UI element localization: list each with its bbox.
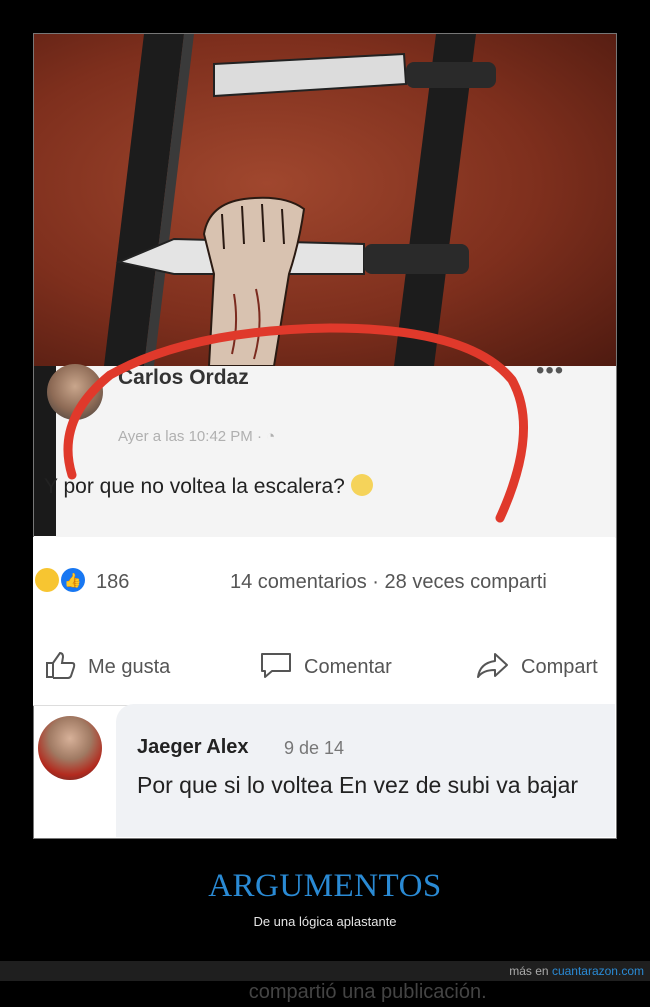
comment-text: Por que si lo voltea En vez de subi va b…	[137, 772, 579, 798]
like-reaction-icon[interactable]: 👍	[61, 568, 85, 592]
speech-bubble-icon	[261, 653, 291, 678]
like-label: Me gusta	[88, 656, 171, 678]
comment-button[interactable]: Comentar	[258, 650, 392, 680]
post-timestamp[interactable]: Ayer a las 10:42 PM · ◔	[118, 428, 275, 445]
timestamp-text: Ayer a las 10:42 PM ·	[118, 428, 267, 445]
poster-name[interactable]: Carlos Ordaz	[118, 366, 249, 389]
post-stats[interactable]: 14 comentarios · 28 veces comparti	[230, 571, 547, 594]
comment-label: Comentar	[304, 656, 392, 678]
post-text-body: Y por que no voltea la escalera?	[44, 475, 345, 498]
caption-title: ARGUMENTOS	[208, 868, 442, 904]
poster-action: compartió una publicación.	[248, 981, 487, 1003]
like-button[interactable]: Me gusta	[44, 650, 170, 680]
site-link[interactable]: cuantarazon.com	[552, 964, 644, 978]
share-button[interactable]: Compart	[475, 650, 615, 680]
commenter-avatar[interactable]	[38, 716, 102, 780]
thinking-emoji-icon	[350, 474, 373, 496]
footer-prefix: más en	[509, 964, 552, 978]
haha-reaction-icon[interactable]	[35, 568, 59, 592]
poster-avatar[interactable]	[47, 364, 103, 420]
comment-time[interactable]: 9 de 14	[284, 738, 344, 759]
post-text: Y por que no voltea la escalera?	[44, 474, 373, 499]
share-arrow-icon	[477, 653, 508, 678]
thumbs-up-icon	[46, 651, 76, 679]
comment-author[interactable]: Jaeger Alex	[137, 736, 249, 759]
ladder-knives-illustration	[34, 34, 616, 366]
footer-bar: más en cuantarazon.com	[0, 961, 650, 981]
globe-icon: ◔	[266, 428, 276, 445]
reaction-count[interactable]: 186	[96, 571, 129, 594]
share-label: Compart	[521, 656, 598, 678]
poster-line: Carlos Ordaz compartió una publicación.	[118, 363, 487, 1003]
caption-subtitle: De una lógica aplastante	[253, 914, 397, 929]
more-options-icon[interactable]: •••	[536, 357, 564, 385]
footer-text: más en cuantarazon.com	[509, 964, 644, 978]
